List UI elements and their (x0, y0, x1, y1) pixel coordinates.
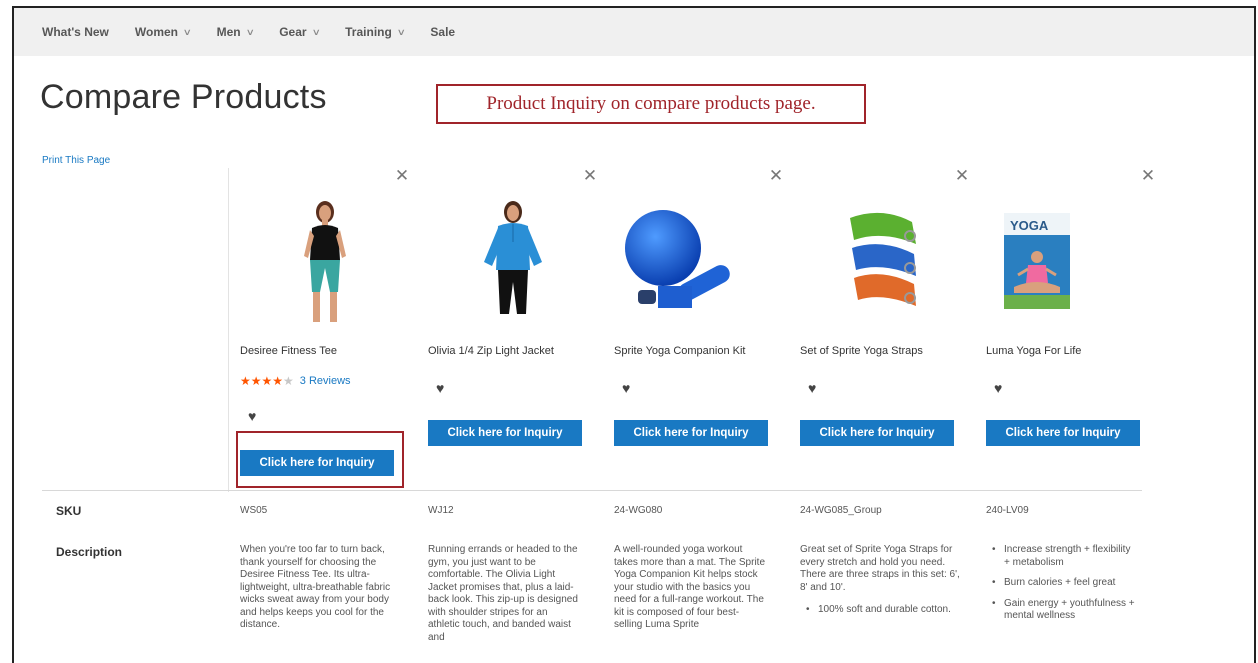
star-icon: ★ (283, 374, 294, 388)
nav-item-training[interactable]: Training ∨ (345, 25, 406, 39)
description-cell: When you're too far to turn back, thank … (240, 544, 391, 630)
nav-item-sale[interactable]: Sale (430, 25, 455, 39)
description-cell: Great set of Sprite Yoga Straps for ever… (800, 544, 962, 625)
nav-label: Men (216, 25, 241, 39)
page-title: Compare Products (40, 78, 327, 116)
chevron-down-icon: ∨ (311, 26, 321, 37)
inquiry-button[interactable]: Click here for Inquiry (800, 420, 954, 446)
rating-summary: ★★★★★ 3 Reviews (240, 374, 351, 388)
chevron-down-icon: ∨ (396, 26, 406, 37)
reviews-link[interactable]: 3 Reviews (300, 375, 351, 387)
close-icon[interactable]: ✕ (582, 167, 598, 184)
annotation-highlight-box (236, 431, 404, 488)
nav-item-whats-new[interactable]: What's New (42, 25, 109, 39)
sku-cell: 24-WG080 (614, 505, 663, 516)
nav-label: Sale (430, 25, 456, 39)
nav-label: What's New (42, 25, 109, 39)
description-text: Great set of Sprite Yoga Straps for ever… (800, 544, 960, 593)
nav-label: Women (134, 25, 178, 39)
description-list: 100% soft and durable cotton. (800, 604, 962, 617)
chevron-down-icon: ∨ (245, 26, 255, 37)
nav-label: Training (345, 25, 392, 39)
heart-icon[interactable]: ♥ (808, 380, 816, 396)
heart-icon[interactable]: ♥ (436, 380, 444, 396)
close-icon[interactable]: ✕ (768, 167, 784, 184)
close-icon[interactable]: ✕ (1140, 167, 1156, 184)
product-name[interactable]: Desiree Fitness Tee (240, 345, 337, 357)
nav-item-men[interactable]: Men ∨ (216, 25, 255, 39)
chevron-down-icon: ∨ (182, 26, 192, 37)
inquiry-button[interactable]: Click here for Inquiry (428, 420, 582, 446)
list-item: 100% soft and durable cotton. (800, 604, 962, 617)
sku-cell: WJ12 (428, 505, 454, 516)
product-name[interactable]: Sprite Yoga Companion Kit (614, 345, 745, 357)
nav-item-women[interactable]: Women ∨ (134, 25, 192, 39)
nav-label: Gear (279, 25, 307, 39)
top-navigation: What's New Women ∨ Men ∨ Gear ∨ Training ∨ S… (14, 8, 1254, 56)
heart-icon[interactable]: ♥ (622, 380, 630, 396)
nav-item-gear[interactable]: Gear ∨ (279, 25, 321, 39)
close-icon[interactable]: ✕ (954, 167, 970, 184)
dvd-cover-text: YOGA (1010, 218, 1049, 233)
sku-cell: 240-LV09 (986, 505, 1029, 516)
inquiry-button[interactable]: Click here for Inquiry (614, 420, 768, 446)
sku-cell: 24-WG085_Group (800, 505, 882, 516)
description-cell: Running errands or headed to the gym, yo… (428, 544, 578, 643)
print-page-link[interactable]: Print This Page (42, 155, 110, 166)
product-image[interactable] (618, 196, 738, 330)
annotation-callout: Product Inquiry on compare products page… (436, 84, 866, 124)
heart-icon[interactable]: ♥ (994, 380, 1002, 396)
description-list: Increase strength + flexibility + metabo… (986, 544, 1136, 623)
list-item: Gain energy + youthfulness + mental well… (986, 598, 1136, 623)
description-cell: A well-rounded yoga workout takes more t… (614, 544, 766, 630)
product-name[interactable]: Luma Yoga For Life (986, 345, 1081, 357)
close-icon[interactable]: ✕ (394, 167, 410, 184)
heart-icon[interactable]: ♥ (248, 408, 256, 424)
description-row-label: Description (56, 545, 123, 559)
product-image[interactable] (282, 196, 368, 330)
star-icon: ★★★★ (240, 374, 284, 388)
list-item: Burn calories + feel great (986, 577, 1136, 590)
list-item: Increase strength + flexibility + metabo… (986, 544, 1136, 569)
product-image[interactable] (470, 196, 556, 330)
product-image[interactable]: YOGA (1004, 196, 1070, 330)
inquiry-button[interactable]: Click here for Inquiry (986, 420, 1140, 446)
product-image[interactable] (842, 196, 928, 330)
description-cell: Increase strength + flexibility + metabo… (986, 544, 1136, 631)
product-name[interactable]: Set of Sprite Yoga Straps (800, 345, 923, 357)
star-icon: ★★★★★ (240, 374, 294, 388)
sku-cell: WS05 (240, 505, 268, 516)
row-divider (42, 490, 1142, 491)
product-name[interactable]: Olivia 1/4 Zip Light Jacket (428, 345, 554, 357)
column-divider (228, 168, 229, 492)
browser-frame: What's New Women ∨ Men ∨ Gear ∨ Training ∨ S… (12, 6, 1256, 663)
sku-row-label: SKU (56, 504, 82, 518)
